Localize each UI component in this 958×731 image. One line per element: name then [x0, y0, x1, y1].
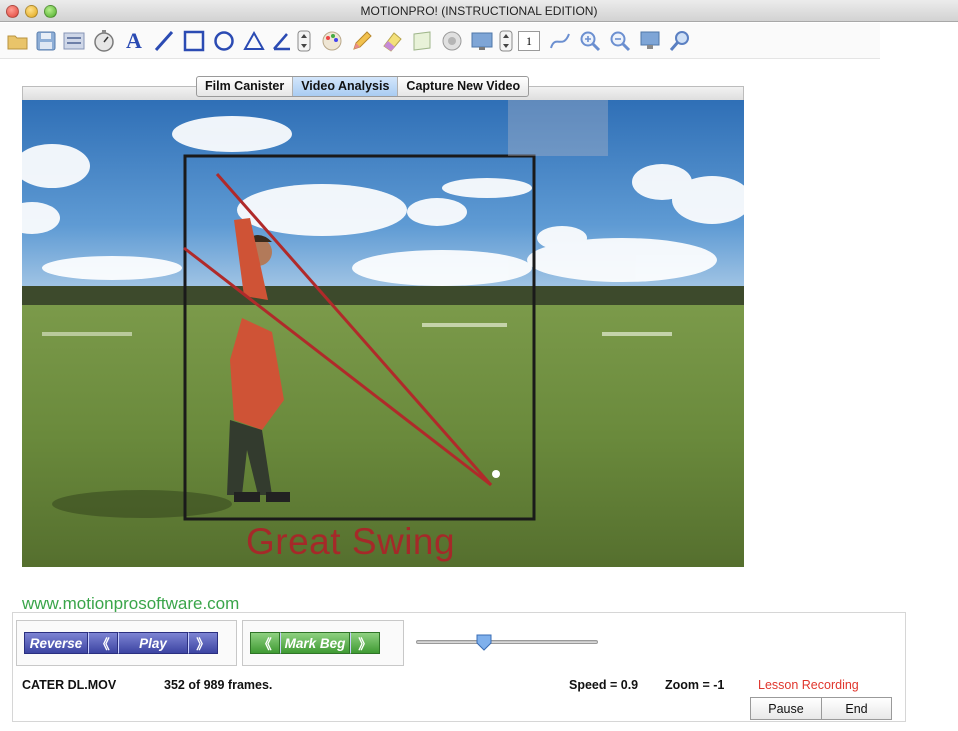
- pause-button[interactable]: Pause: [750, 697, 822, 720]
- speed-readout: Speed = 0.9: [569, 678, 639, 692]
- reverse-button[interactable]: Reverse: [24, 632, 88, 654]
- step-back-button[interactable]: 《: [88, 632, 118, 654]
- display-icon[interactable]: [638, 29, 662, 53]
- stopwatch-icon[interactable]: [92, 29, 116, 53]
- selection-highlight: [508, 100, 608, 156]
- file-name: CATER DL.MOV: [22, 678, 117, 692]
- color-palette-icon[interactable]: [320, 29, 344, 53]
- angle-tool-icon[interactable]: [270, 29, 294, 53]
- motionpro-window: MOTIONPRO! (INSTRUCTIONAL EDITION) A 1 F…: [0, 0, 958, 731]
- video-frame[interactable]: [22, 100, 744, 567]
- monitor-icon[interactable]: [470, 29, 494, 53]
- title-bar: MOTIONPRO! (INSTRUCTIONAL EDITION): [0, 0, 958, 22]
- marking-controls: 《 Mark Beg 》: [242, 620, 404, 666]
- circle-tool-icon[interactable]: [212, 29, 236, 53]
- line-tool-icon[interactable]: [152, 29, 176, 53]
- window-title: MOTIONPRO! (INSTRUCTIONAL EDITION): [360, 4, 598, 18]
- playback-slider-thumb[interactable]: [475, 633, 493, 651]
- tab-video-analysis[interactable]: Video Analysis: [292, 77, 398, 96]
- frame-step-input[interactable]: 1: [518, 31, 540, 51]
- curve-tool-icon[interactable]: [548, 29, 572, 53]
- save-icon[interactable]: [34, 29, 58, 53]
- text-tool-glyph: A: [126, 28, 142, 53]
- folder-icon[interactable]: [6, 29, 30, 53]
- eraser-icon[interactable]: [380, 29, 404, 53]
- triangle-tool-icon[interactable]: [242, 29, 266, 53]
- video-image: [22, 100, 744, 567]
- website-link[interactable]: www.motionprosoftware.com: [22, 594, 239, 614]
- step-forward-button[interactable]: 》: [188, 632, 218, 654]
- mark-next-button[interactable]: 》: [350, 632, 380, 654]
- end-button[interactable]: End: [821, 697, 892, 720]
- paper-icon[interactable]: [410, 29, 434, 53]
- text-tool-icon[interactable]: A: [122, 28, 146, 53]
- view-tabs: Film Canister Video Analysis Capture New…: [196, 76, 530, 97]
- play-button[interactable]: Play: [118, 632, 188, 654]
- zoom-out-icon[interactable]: [608, 29, 632, 53]
- video-caption-overlay[interactable]: Great Swing: [246, 521, 455, 563]
- rectangle-tool-icon[interactable]: [182, 29, 206, 53]
- frame-stepper-icon[interactable]: [498, 29, 514, 53]
- zoom-in-icon[interactable]: [578, 29, 602, 53]
- stepper-icon[interactable]: [296, 29, 312, 53]
- magnifier-icon[interactable]: [668, 29, 692, 53]
- toolbar: A 1: [0, 23, 880, 59]
- mark-begin-button[interactable]: Mark Beg: [280, 632, 350, 654]
- settings-icon[interactable]: [440, 29, 464, 53]
- mark-previous-button[interactable]: 《: [250, 632, 280, 654]
- lesson-recording-label: Lesson Recording: [758, 678, 859, 692]
- tab-capture-new-video[interactable]: Capture New Video: [397, 77, 528, 96]
- tab-film-canister[interactable]: Film Canister: [197, 77, 292, 96]
- playback-controls: Reverse 《 Play 》: [16, 620, 237, 666]
- frame-counter: 352 of 989 frames.: [164, 678, 273, 692]
- playback-slider[interactable]: [416, 640, 598, 644]
- list-icon[interactable]: [62, 29, 86, 53]
- pencil-icon[interactable]: [350, 29, 374, 53]
- zoom-readout: Zoom = -1: [665, 678, 725, 692]
